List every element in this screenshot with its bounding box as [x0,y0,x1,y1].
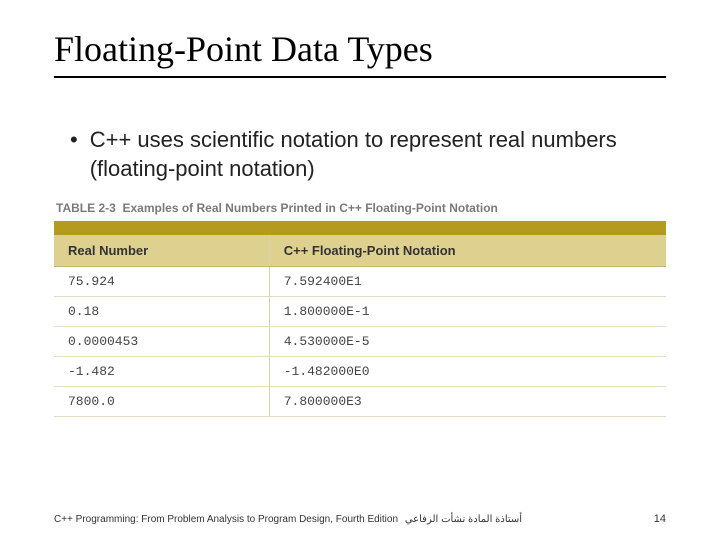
cell-fp: 1.800000E-1 [269,297,666,327]
page-number: 14 [654,513,666,525]
col-header-real: Real Number [54,235,269,267]
footer-text-ar: أستاذة المادة نشأت الرفاعي [405,514,522,525]
bullet-text: C++ uses scientific notation to represen… [90,126,666,183]
slide-footer: C++ Programming: From Problem Analysis t… [54,513,666,526]
table-caption-text: Examples of Real Numbers Printed in C++ … [122,201,497,215]
table-caption: TABLE 2-3 Examples of Real Numbers Print… [56,201,666,215]
cell-fp: 7.800000E3 [269,387,666,417]
bullet-item: • C++ uses scientific notation to repres… [70,126,666,183]
table-caption-prefix: TABLE 2-3 [56,201,116,215]
table-row: 0.18 1.800000E-1 [54,297,666,327]
bullet-icon: • [70,126,78,155]
table-row: -1.482 -1.482000E0 [54,357,666,387]
table-row: 7800.0 7.800000E3 [54,387,666,417]
slide-title: Floating-Point Data Types [54,28,666,78]
cell-real: 0.18 [54,297,269,327]
cell-real: 75.924 [54,267,269,297]
cell-real: -1.482 [54,357,269,387]
cell-real: 7800.0 [54,387,269,417]
cell-fp: -1.482000E0 [269,357,666,387]
table-header-row: Real Number C++ Floating-Point Notation [54,235,666,267]
footer-left: C++ Programming: From Problem Analysis t… [54,513,522,526]
bullet-list: • C++ uses scientific notation to repres… [54,126,666,183]
col-header-fp: C++ Floating-Point Notation [269,235,666,267]
cell-fp: 7.592400E1 [269,267,666,297]
table-row: 0.0000453 4.530000E-5 [54,327,666,357]
table-row: 75.924 7.592400E1 [54,267,666,297]
data-table: Real Number C++ Floating-Point Notation … [54,235,666,417]
cell-real: 0.0000453 [54,327,269,357]
table-container: Real Number C++ Floating-Point Notation … [54,221,666,417]
cell-fp: 4.530000E-5 [269,327,666,357]
footer-text-en: C++ Programming: From Problem Analysis t… [54,514,398,525]
